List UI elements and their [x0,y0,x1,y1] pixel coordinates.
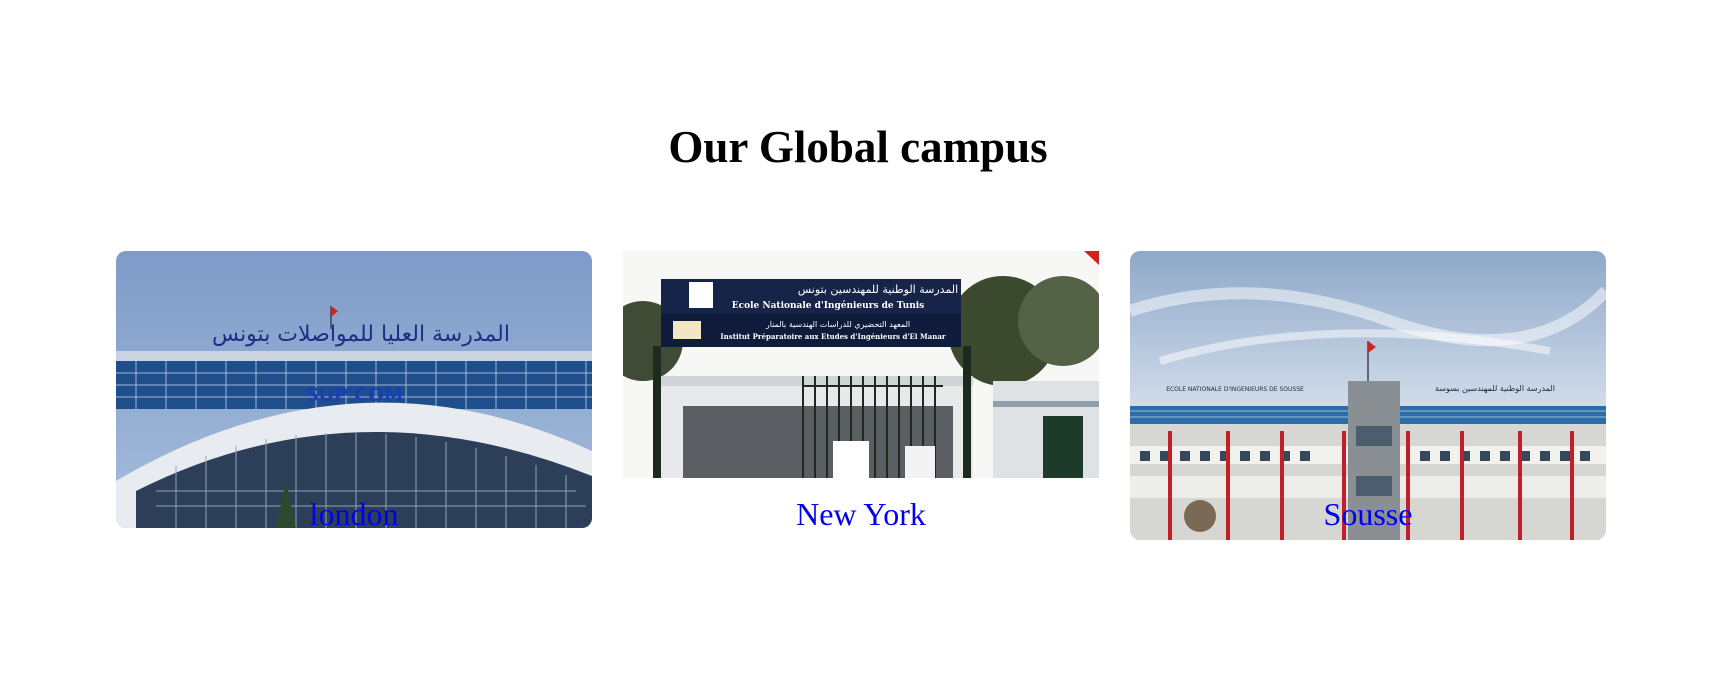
campus-link-newyork[interactable]: New York [623,498,1099,530]
campus-photo-newyork: المدرسة الوطنية للمهندسين بتونس Ecole Na… [623,251,1099,478]
newyork-sign-french-2: Institut Préparatoire aux Etudes d'Ingén… [720,332,945,341]
campus-photo-london: المدرسة العليا للمواصلات بتونس SUP'COM [116,251,592,528]
london-sign-logo: SUP'COM [305,384,403,406]
section-title: Our Global campus [668,122,1048,172]
london-sign-arabic: المدرسة العليا للمواصلات بتونس [212,322,510,347]
campus-link-sousse[interactable]: Sousse [1130,498,1606,530]
campus-card-london[interactable]: المدرسة العليا للمواصلات بتونس SUP'COM [116,251,592,528]
campus-link-london[interactable]: london [116,498,592,530]
newyork-sign-arabic: المدرسة الوطنية للمهندسين بتونس [798,283,958,296]
sousse-sign-arabic: المدرسة الوطنية للمهندسين بسوسة [1435,384,1555,393]
newyork-sign-french: Ecole Nationale d'Ingénieurs de Tunis [732,300,925,311]
newyork-sign-arabic-2: المعهد التحضيري للدراسات الهندسية بالمنا… [765,320,910,329]
campus-card-newyork[interactable]: المدرسة الوطنية للمهندسين بتونس Ecole Na… [623,251,1099,478]
sousse-sign-french: ECOLE NATIONALE D'INGENIEURS DE SOUSSE [1166,386,1304,393]
